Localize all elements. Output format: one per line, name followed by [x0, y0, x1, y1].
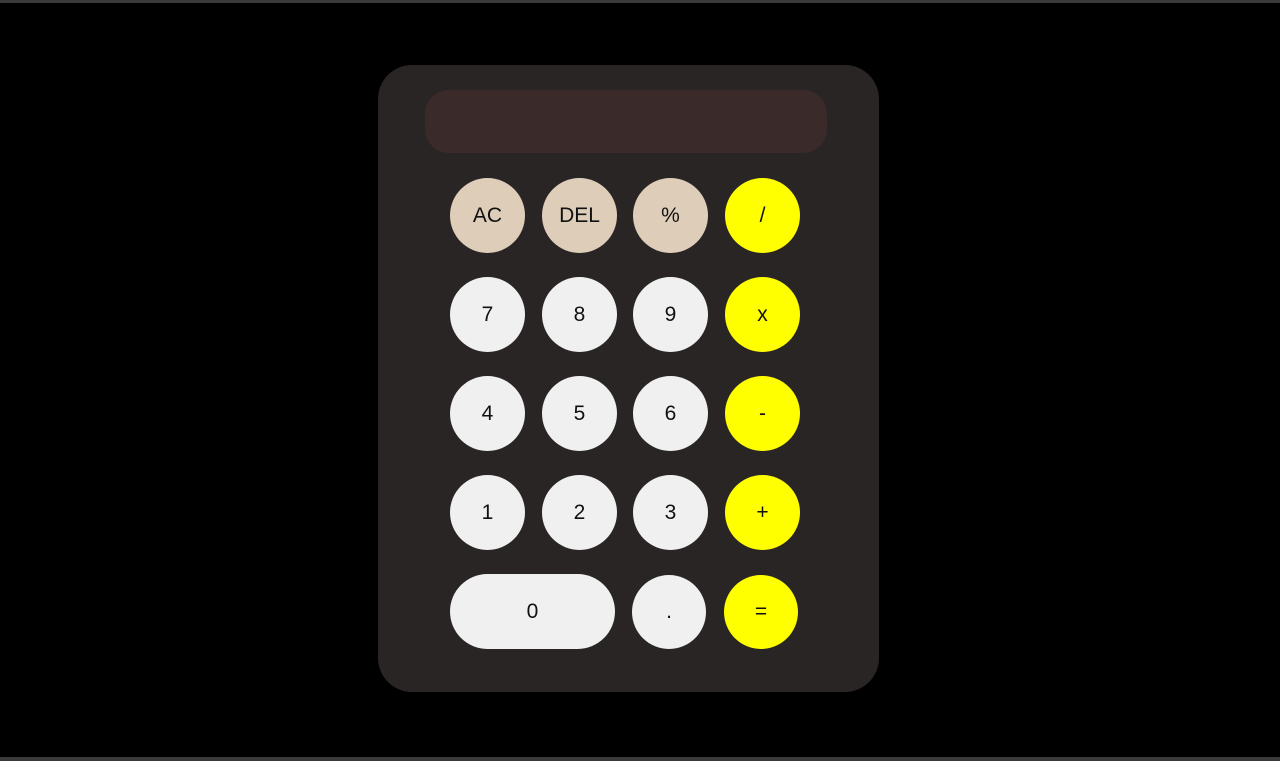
digit-2-button[interactable]: 2	[542, 475, 617, 550]
subtract-button[interactable]: -	[725, 376, 800, 451]
digit-8-button[interactable]: 8	[542, 277, 617, 352]
window-top-edge	[0, 0, 1280, 3]
divide-button[interactable]: /	[725, 178, 800, 253]
calculator-display	[425, 90, 827, 153]
digit-4-button[interactable]: 4	[450, 376, 525, 451]
digit-9-button[interactable]: 9	[633, 277, 708, 352]
multiply-button[interactable]: x	[725, 277, 800, 352]
calculator-body: AC DEL % / 7 8 9 x 4 5 6 - 1 2 3 + 0 . =	[378, 65, 879, 692]
add-button[interactable]: +	[725, 475, 800, 550]
delete-button[interactable]: DEL	[542, 178, 617, 253]
digit-3-button[interactable]: 3	[633, 475, 708, 550]
decimal-point-button[interactable]: .	[632, 575, 706, 649]
equals-button[interactable]: =	[724, 575, 798, 649]
digit-1-button[interactable]: 1	[450, 475, 525, 550]
digit-6-button[interactable]: 6	[633, 376, 708, 451]
clear-all-button[interactable]: AC	[450, 178, 525, 253]
digit-5-button[interactable]: 5	[542, 376, 617, 451]
digit-7-button[interactable]: 7	[450, 277, 525, 352]
digit-0-button[interactable]: 0	[450, 574, 615, 649]
window-bottom-edge	[0, 757, 1280, 761]
percent-button[interactable]: %	[633, 178, 708, 253]
